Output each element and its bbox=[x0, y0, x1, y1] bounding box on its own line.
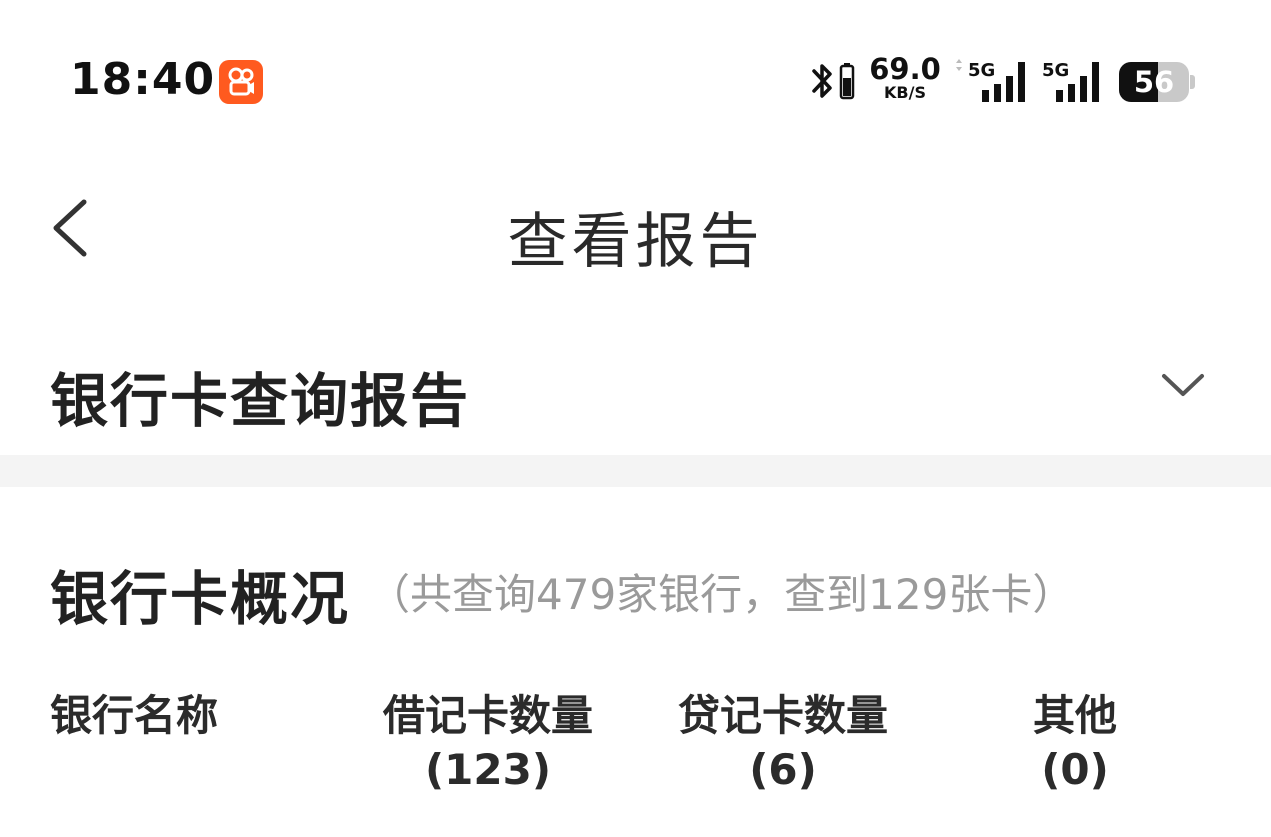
status-bar: 18:40 69.0 KB/S 5G 5G 56 bbox=[0, 0, 1271, 160]
sim2-signal-icon: 5G bbox=[1040, 56, 1102, 108]
network-speed-unit: KB/S bbox=[884, 83, 926, 102]
overview-title: 银行卡概况 bbox=[50, 565, 351, 633]
table-header-credit-count: 贷记卡数量 (6) bbox=[665, 689, 901, 797]
network-speed: 69.0 KB/S bbox=[868, 55, 942, 101]
table-header-count: (6) bbox=[749, 745, 817, 794]
status-time: 18:40 bbox=[70, 54, 216, 105]
sim2-label: 5G bbox=[1042, 60, 1069, 81]
section-divider bbox=[0, 455, 1271, 487]
table-header-count: (123) bbox=[424, 745, 552, 794]
table-header-bank-name: 银行名称 bbox=[50, 689, 218, 743]
network-speed-value: 69.0 bbox=[869, 52, 941, 86]
table-header-label: 借记卡数量 bbox=[382, 691, 593, 740]
battery-icon: 56 bbox=[1119, 62, 1195, 102]
sim1-signal-icon: 5G bbox=[952, 56, 1028, 108]
bluetooth-icon bbox=[808, 58, 858, 108]
battery-body: 56 bbox=[1119, 62, 1189, 102]
battery-level: 56 bbox=[1133, 65, 1175, 99]
chevron-down-icon bbox=[1160, 370, 1206, 404]
table-header-label: 贷记卡数量 bbox=[677, 691, 888, 740]
report-title: 银行卡查询报告 bbox=[50, 367, 471, 435]
table-header-label: 其他 bbox=[1032, 691, 1117, 740]
sim1-label: 5G bbox=[968, 60, 995, 81]
report-page: 18:40 69.0 KB/S 5G 5G 56 查看报告 银行卡查询报告 银行… bbox=[0, 0, 1271, 837]
kuaishou-app-icon bbox=[219, 60, 263, 104]
table-header-label: 银行名称 bbox=[50, 691, 219, 740]
table-header-other-count: 其他 (0) bbox=[1000, 689, 1150, 797]
page-title: 查看报告 bbox=[507, 207, 764, 277]
battery-tip bbox=[1190, 75, 1195, 89]
report-section-toggle[interactable]: 银行卡查询报告 bbox=[0, 330, 1271, 454]
table-header-debit-count: 借记卡数量 (123) bbox=[370, 689, 606, 797]
overview-summary: （共查询479家银行，查到129张卡） bbox=[368, 570, 1075, 619]
table-header-count: (0) bbox=[1041, 745, 1109, 794]
